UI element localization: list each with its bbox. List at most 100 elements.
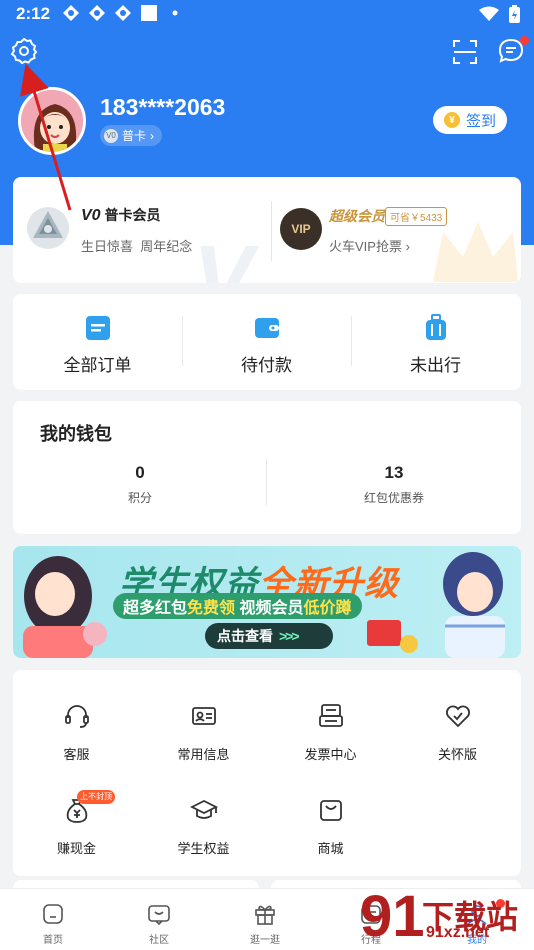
member-badge-icon	[27, 207, 69, 249]
crown-watermark-icon	[433, 222, 518, 282]
shopping-bag-icon	[320, 800, 342, 821]
service-label: 客服	[63, 747, 90, 762]
service-care-mode[interactable]: 关怀版	[394, 692, 521, 772]
banner-red-envelope-icon	[367, 620, 418, 653]
banner-boy-illustration	[443, 552, 505, 658]
coupons-label: 红包优惠券	[363, 491, 424, 505]
orders-card: 全部订单 待付款 未出行	[13, 294, 521, 390]
banner-subline-highlight: 低价蹲	[303, 600, 352, 617]
service-invoice-center[interactable]: 发票中心	[267, 692, 394, 772]
coupons-value: 13	[384, 463, 404, 482]
wallet-card: 我的钱包 0 积分 13 红包优惠券	[13, 401, 521, 534]
wifi-icon	[479, 6, 499, 21]
avatar[interactable]	[18, 87, 86, 155]
service-frequent-info[interactable]: 常用信息	[140, 692, 267, 772]
wallet-title: 我的钱包	[40, 424, 112, 444]
wallet-icon	[255, 318, 279, 338]
service-label: 学生权益	[177, 841, 230, 856]
order-label: 全部订单	[63, 356, 132, 375]
gift-icon	[255, 905, 275, 925]
basic-member-benefits: 生日惊喜 周年纪念	[81, 239, 193, 254]
tab-label: 首页	[43, 935, 63, 946]
order-list-icon	[86, 316, 110, 340]
headset-icon	[65, 705, 89, 728]
banner-girl-illustration	[23, 556, 107, 658]
basic-member-title-text: 普卡会员	[104, 207, 161, 223]
vip-crown-icon: VIP	[280, 208, 322, 250]
membership-card: V V0 普卡会员 生日惊喜 周年纪念 VIP 超级会员 可省￥5433 火车V…	[13, 177, 521, 283]
banner-cta-button[interactable]: 点击查看 >>>	[205, 623, 333, 649]
points-item[interactable]: 0 积分	[13, 463, 267, 506]
service-earn-cash[interactable]: 上不封顶 赚现金	[13, 786, 140, 866]
tab-home[interactable]: 首页	[0, 889, 106, 950]
user-phone: 183****2063	[100, 94, 226, 120]
coupons-item[interactable]: 13 红包优惠券	[267, 463, 521, 506]
order-label: 待付款	[241, 356, 292, 375]
battery-icon	[509, 5, 520, 23]
level-badge-icon: V0	[104, 128, 118, 143]
tab-label: 逛一逛	[250, 935, 280, 946]
service-customer-support[interactable]: 客服	[13, 692, 140, 772]
chevron-right-icon: ›	[150, 128, 155, 143]
pending-payment-button[interactable]: 待付款	[182, 294, 351, 390]
invoice-icon	[319, 704, 343, 727]
super-member-save-tag: 可省￥5433	[385, 207, 448, 226]
message-badge-dot	[520, 36, 529, 45]
banner-subline: 超多红包 免费领 视频会员 低价蹲	[113, 593, 362, 619]
notification-app-icon	[115, 5, 131, 21]
tab-explore[interactable]: 逛一逛	[212, 889, 318, 950]
chevron-right-icon: ›	[405, 239, 410, 254]
scan-icon[interactable]	[450, 37, 480, 67]
settings-gear-icon[interactable]	[9, 36, 39, 66]
service-label: 发票中心	[304, 747, 357, 762]
status-bar: 2:12	[0, 0, 534, 30]
status-time: 2:12	[16, 4, 51, 23]
upcoming-trips-button[interactable]: 未出行	[351, 294, 520, 390]
coin-icon: ¥	[443, 112, 460, 128]
earn-cash-tag: 上不封顶	[77, 790, 115, 804]
all-orders-button[interactable]: 全部订单	[13, 294, 182, 390]
level-mark: V0	[81, 207, 101, 224]
watermark-url: 91xz.net	[426, 924, 490, 941]
community-icon	[148, 905, 170, 926]
status-notification-icons	[62, 4, 184, 22]
service-mall[interactable]: 商城	[267, 786, 394, 866]
home-icon	[43, 904, 63, 924]
basic-member-title: V0 普卡会员	[81, 205, 160, 225]
member-level-pill[interactable]: V0 普卡 ›	[100, 125, 163, 146]
notification-dot-icon	[172, 10, 178, 16]
super-member-subtitle: 火车VIP抢票 ›	[329, 236, 410, 255]
notification-square-icon	[141, 5, 157, 21]
tab-community[interactable]: 社区	[106, 889, 212, 950]
watermark-digits: 91	[360, 884, 424, 944]
service-label: 关怀版	[437, 747, 477, 762]
points-value: 0	[135, 463, 145, 482]
graduation-cap-icon	[190, 799, 218, 819]
site-watermark: 91 下载站 91xz.net	[358, 880, 528, 948]
notification-app-icon	[63, 5, 79, 21]
watermark-v-shape: V	[193, 228, 254, 283]
super-member-subtitle-text: 火车VIP抢票	[329, 239, 402, 254]
heart-check-icon	[446, 705, 470, 728]
luggage-icon	[426, 314, 446, 340]
notification-app-icon	[89, 5, 105, 21]
super-member-title: 超级会员	[329, 208, 385, 224]
order-label: 未出行	[410, 356, 461, 375]
banner-subline-highlight: 免费领	[187, 600, 236, 617]
service-label: 商城	[317, 841, 344, 856]
banner-subline-part: 视频会员	[239, 600, 304, 617]
id-card-icon	[192, 707, 216, 725]
banner-cta-label: 点击查看	[217, 628, 273, 644]
tab-label: 社区	[149, 935, 169, 946]
service-student-benefits[interactable]: 学生权益	[140, 786, 267, 866]
divider	[271, 201, 272, 261]
signin-button[interactable]: ¥ 签到	[433, 106, 507, 134]
points-label: 积分	[127, 491, 152, 505]
service-label: 赚现金	[56, 841, 96, 856]
service-label: 常用信息	[177, 747, 230, 762]
signin-label: 签到	[465, 112, 496, 130]
watermark-logo-icon: 91	[360, 884, 424, 944]
services-card: 客服 常用信息 发票中心 关怀版 上不封顶 赚现金 学生权益 商城	[13, 670, 521, 876]
banner-subline-part: 超多红包	[123, 600, 188, 617]
student-benefits-banner[interactable]: 学生权益全新升级 超多红包 免费领 视频会员 低价蹲 点击查看 >>>	[13, 546, 521, 658]
